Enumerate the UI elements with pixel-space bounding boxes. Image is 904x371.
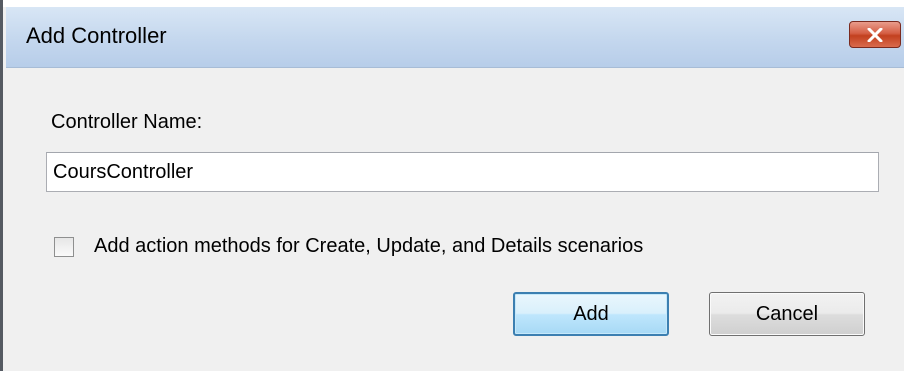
- close-button[interactable]: [849, 21, 901, 48]
- add-action-methods-checkbox[interactable]: [54, 236, 74, 257]
- add-controller-dialog: Add Controller Controller Name: CoursCon…: [0, 0, 904, 371]
- window-top-edge: [3, 0, 904, 7]
- close-x-icon: [867, 27, 883, 42]
- controller-name-input[interactable]: CoursController: [46, 152, 879, 192]
- cancel-button[interactable]: Cancel: [709, 292, 865, 336]
- add-action-methods-label[interactable]: Add action methods for Create, Update, a…: [94, 235, 643, 258]
- title-bar[interactable]: Add Controller: [6, 7, 904, 68]
- add-button[interactable]: Add: [513, 292, 669, 336]
- dialog-content: Controller Name: CoursController Add act…: [6, 68, 904, 371]
- add-action-methods-option[interactable]: Add action methods for Create, Update, a…: [54, 235, 643, 258]
- window-title: Add Controller: [26, 23, 167, 48]
- controller-name-label: Controller Name:: [51, 111, 203, 133]
